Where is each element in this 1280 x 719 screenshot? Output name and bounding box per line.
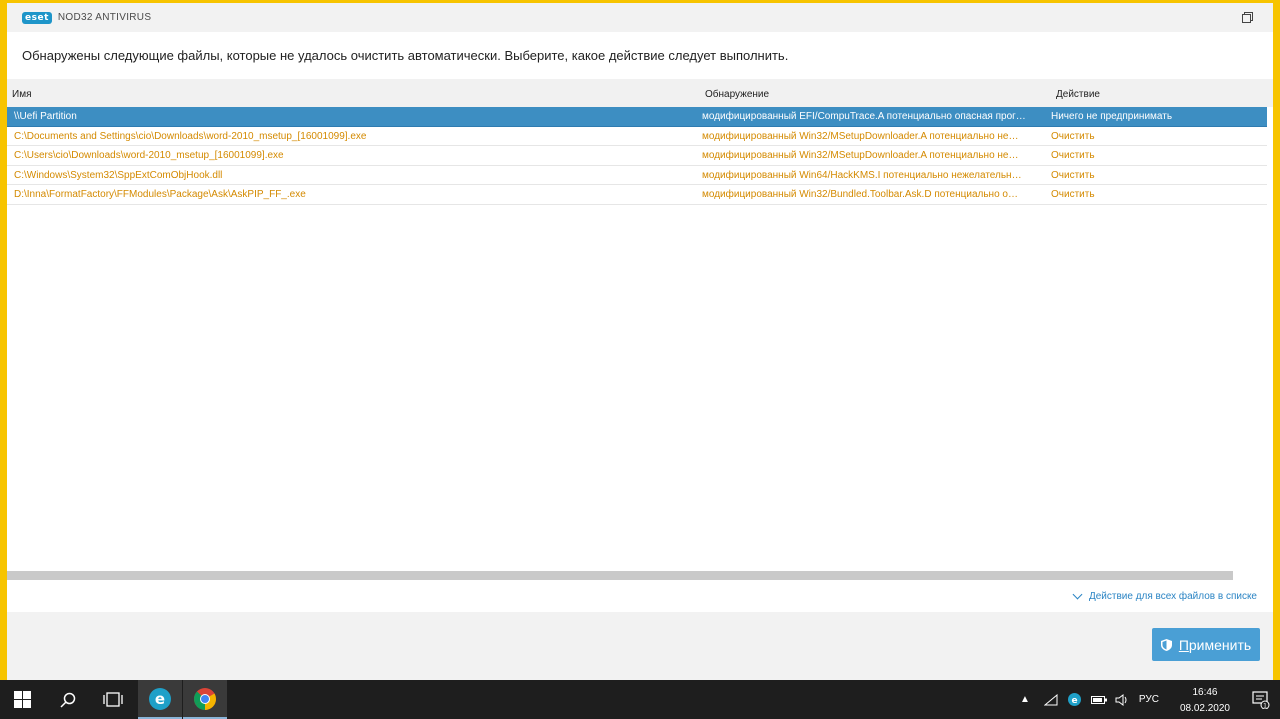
horizontal-scrollbar[interactable] — [7, 571, 1233, 580]
table-row[interactable]: D:\Inna\FormatFactory\FFModules\Package\… — [7, 185, 1267, 205]
footer: Применить — [7, 612, 1273, 680]
row-action[interactable]: Очистить — [1051, 170, 1261, 181]
table-header: Имя Обнаружение Действие — [7, 79, 1273, 107]
eset-window: eset NOD32 ANTIVIRUS Обнаружены следующи… — [7, 3, 1273, 680]
shield-icon — [1160, 638, 1172, 651]
system-tray: ▲ e РУС — [1020, 680, 1159, 719]
chevron-down-icon — [1072, 589, 1083, 600]
eset-tray-icon[interactable]: e — [1067, 693, 1081, 706]
eset-taskbar-icon[interactable]: e — [138, 680, 182, 719]
table-row[interactable]: C:\Windows\System32\SppExtComObjHook.dll… — [7, 166, 1267, 185]
row-action[interactable]: Ничего не предпринимать — [1051, 111, 1261, 122]
language-indicator[interactable]: РУС — [1139, 694, 1159, 705]
wifi-icon[interactable] — [1043, 693, 1058, 706]
clock[interactable]: 16:46 08.02.2020 — [1180, 685, 1230, 717]
restore-window-icon[interactable] — [1242, 12, 1253, 23]
row-file-name: C:\Users\cio\Downloads\word-2010_msetup_… — [14, 150, 284, 161]
row-file-name: \\Uefi Partition — [14, 111, 77, 122]
row-file-name: C:\Documents and Settings\cio\Downloads\… — [14, 130, 367, 142]
windows-start-icon[interactable] — [0, 680, 44, 719]
row-detection: модифицированный EFI/CompuTrace.A потенц… — [702, 111, 1026, 122]
column-header-detection[interactable]: Обнаружение — [705, 89, 769, 100]
row-detection: модифицированный Win32/MSetupDownloader.… — [702, 130, 1019, 142]
chevron-up-icon[interactable]: ▲ — [1020, 694, 1030, 705]
notification-icon[interactable]: 1 — [1252, 691, 1270, 714]
taskbar: e ▲ e РУС 16:46 08.02.2020 1 — [0, 680, 1280, 719]
column-header-action[interactable]: Действие — [1056, 89, 1100, 100]
volume-icon[interactable] — [1115, 693, 1129, 706]
column-header-name[interactable]: Имя — [12, 89, 31, 100]
table-row[interactable]: C:\Users\cio\Downloads\word-2010_msetup_… — [7, 146, 1267, 166]
product-name: NOD32 ANTIVIRUS — [57, 12, 152, 23]
bulk-action-label: Действие для всех файлов в списке — [1088, 591, 1257, 602]
clock-date: 08.02.2020 — [1179, 703, 1230, 714]
row-action[interactable]: Очистить — [1051, 131, 1261, 142]
row-action[interactable]: Очистить — [1051, 150, 1261, 161]
row-detection: модифицированный Win32/Bundled.Toolbar.A… — [702, 189, 1018, 200]
row-detection: модифицированный Win32/MSetupDownloader.… — [702, 150, 1019, 161]
row-action[interactable]: Очистить — [1051, 189, 1261, 200]
task-view-icon[interactable] — [90, 680, 136, 719]
row-file-name: C:\Windows\System32\SppExtComObjHook.dll — [14, 169, 223, 181]
row-detection: модифицированный Win64/HackKMS.I потенци… — [702, 169, 1022, 181]
chrome-taskbar-icon[interactable] — [183, 680, 227, 719]
instruction-text: Обнаружены следующие файлы, которые не у… — [22, 48, 789, 63]
svg-text:e: e — [155, 690, 165, 708]
clock-time: 16:46 — [1192, 687, 1218, 698]
apply-button[interactable]: Применить — [1152, 628, 1260, 661]
svg-text:e: e — [1071, 696, 1077, 706]
apply-button-label: Применить — [1178, 636, 1252, 653]
table-row[interactable]: C:\Documents and Settings\cio\Downloads\… — [7, 127, 1267, 146]
svg-text:1: 1 — [1263, 703, 1267, 710]
search-icon[interactable] — [46, 680, 90, 719]
battery-icon[interactable] — [1090, 695, 1107, 705]
title-bar: eset NOD32 ANTIVIRUS — [7, 3, 1273, 32]
row-file-name: D:\Inna\FormatFactory\FFModules\Package\… — [14, 189, 306, 200]
table-row[interactable]: \\Uefi Partition модифицированный EFI/Co… — [7, 107, 1267, 127]
bulk-action-link[interactable]: Действие для всех файлов в списке — [1072, 589, 1257, 602]
eset-logo: eset — [22, 11, 52, 24]
threat-list: \\Uefi Partition модифицированный EFI/Co… — [7, 107, 1267, 205]
